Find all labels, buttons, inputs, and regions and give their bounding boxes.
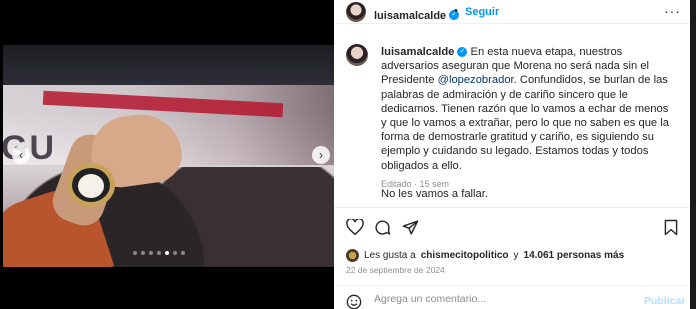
avatar[interactable] [346, 2, 366, 22]
mention-link[interactable]: @lopezobrador [438, 74, 514, 86]
carousel-dot [173, 251, 177, 255]
carousel-dot-active [165, 251, 169, 255]
save-icon[interactable] [664, 219, 678, 236]
share-icon[interactable] [402, 219, 419, 236]
caption-username[interactable]: luisamalcalde [381, 46, 454, 58]
post-photo: GU [3, 45, 334, 267]
more-options-icon[interactable]: ··· [664, 3, 681, 19]
header-username[interactable]: luisamalcalde [374, 10, 446, 22]
heart-icon[interactable] [346, 219, 364, 235]
publish-button[interactable]: Publicar [644, 295, 685, 307]
edited-timestamp: Editado · 15 sem [381, 179, 450, 189]
window-edge [690, 0, 696, 309]
previous-slide-button[interactable]: ‹ [12, 146, 30, 164]
caption-avatar[interactable] [346, 44, 368, 66]
watch-image [67, 163, 115, 207]
carousel-dot [149, 251, 153, 255]
carousel-dots [133, 251, 185, 255]
likes-summary: Les gusta a chismecitopolitico y 14.061 … [346, 249, 624, 262]
likes-conjunction: y [513, 250, 519, 261]
post-header: luisamalcalde ✓ • Seguir ··· [334, 0, 690, 24]
post-caption: luisamalcalde ✓ En esta nueva etapa, nues… [381, 45, 671, 215]
liker-avatar [346, 249, 359, 262]
likes-count[interactable]: 14.061 personas más [524, 250, 625, 261]
carousel-dot [181, 251, 185, 255]
action-bar [334, 207, 690, 247]
follow-button[interactable]: Seguir [465, 6, 499, 18]
carousel-dot [133, 251, 137, 255]
liker-username[interactable]: chismecitopolitico [421, 250, 509, 261]
post-sidebar: luisamalcalde ✓ • Seguir ··· luisamalcald… [334, 0, 690, 309]
emoji-icon[interactable] [346, 294, 362, 309]
carousel-dot [157, 251, 161, 255]
separator-dot: • [454, 5, 458, 17]
post-date: 22 de septiembre de 2024 [346, 265, 445, 275]
post-media: GU ‹ › [3, 0, 334, 309]
comment-input[interactable] [374, 293, 634, 305]
comment-bar: Publicar [334, 285, 690, 309]
carousel-dot [141, 251, 145, 255]
caption-text-cont: . Confundidos, se burlan de las palabras… [381, 74, 669, 172]
next-slide-button[interactable]: › [312, 146, 330, 164]
comment-icon[interactable] [374, 219, 391, 236]
verified-icon: ✓ [457, 47, 468, 58]
likes-prefix: Les gusta a [364, 250, 416, 261]
